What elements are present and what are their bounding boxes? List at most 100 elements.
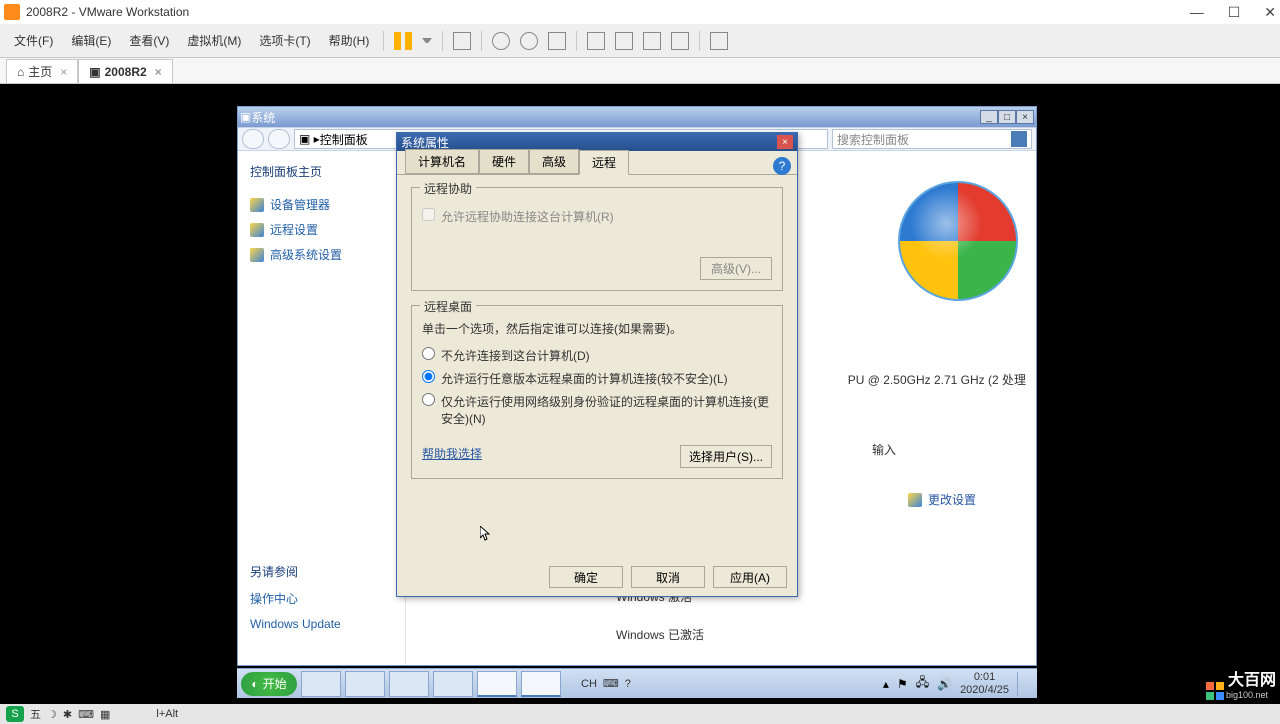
rd-option-nla[interactable]: 仅允许运行使用网络级别身份验证的远程桌面的计算机连接(更安全)(N) (422, 393, 772, 427)
search-box[interactable]: 搜索控制面板 (832, 129, 1032, 149)
close-tab-icon[interactable]: × (60, 65, 67, 79)
action-center-link[interactable]: 操作中心 (250, 590, 393, 607)
rd-option-any[interactable]: 允许运行任意版本远程桌面的计算机连接(较不安全)(L) (422, 370, 772, 387)
windows-update-link[interactable]: Windows Update (250, 617, 393, 631)
wubi-label[interactable]: 五 (30, 706, 41, 722)
ra-advanced-button[interactable]: 高级(V)... (700, 257, 772, 280)
fullscreen-icon[interactable] (671, 32, 689, 50)
send-keys-icon[interactable] (453, 32, 471, 50)
back-button[interactable] (242, 129, 264, 149)
radio-input[interactable] (422, 347, 435, 360)
search-icon[interactable] (1011, 131, 1027, 147)
taskbar-item-server-mgr[interactable] (301, 671, 341, 697)
home-icon: ⌂ (17, 65, 24, 79)
view-icon-3[interactable] (643, 32, 661, 50)
vmware-title-text: 2008R2 - VMware Workstation (26, 5, 189, 19)
radio-label: 仅允许运行使用网络级别身份验证的远程桌面的计算机连接(更安全)(N) (441, 393, 772, 427)
show-desktop[interactable] (1017, 672, 1025, 696)
allow-remote-assist-checkbox[interactable]: 允许远程协助连接这台计算机(R) (422, 208, 772, 225)
snapshot-mgr-icon[interactable] (520, 32, 538, 50)
tray-flag-icon[interactable]: ⚑ (897, 677, 908, 691)
revert-icon[interactable] (548, 32, 566, 50)
tray-network-icon[interactable]: 🖧 (916, 673, 929, 694)
taskbar-item-explorer[interactable] (389, 671, 429, 697)
menu-vm[interactable]: 虚拟机(M) (179, 28, 249, 53)
dialog-title: 系统属性 (401, 134, 449, 151)
tab-home[interactable]: ⌂ 主页 × (6, 59, 78, 83)
cancel-button[interactable]: 取消 (631, 566, 705, 588)
ok-button[interactable]: 确定 (549, 566, 623, 588)
vm-icon: ▣ (89, 65, 100, 79)
ime-indicator[interactable]: CH ⌨ ? (581, 677, 631, 690)
tab-advanced[interactable]: 高级 (529, 149, 579, 174)
taskbar-item-chrome[interactable] (433, 671, 473, 697)
tab-computer-name[interactable]: 计算机名 (405, 149, 479, 174)
remote-desktop-group: 远程桌面 单击一个选项，然后指定谁可以连接(如果需要)。 不允许连接到这台计算机… (411, 305, 783, 479)
maximize-button[interactable]: ☐ (1228, 4, 1241, 21)
tab-remote[interactable]: 远程 (579, 150, 629, 175)
tab-hardware[interactable]: 硬件 (479, 149, 529, 174)
help-icon[interactable]: ? (773, 157, 791, 175)
menu-edit[interactable]: 编辑(E) (63, 28, 119, 53)
menu-tabs[interactable]: 选项卡(T) (251, 28, 318, 53)
tray-chevron-icon[interactable]: ▴ (883, 677, 889, 691)
menu-file[interactable]: 文件(F) (6, 28, 61, 53)
windows-orb-icon (898, 181, 1018, 301)
view-icon-2[interactable] (615, 32, 633, 50)
tab-vm[interactable]: ▣ 2008R2 × (78, 59, 172, 83)
moon-icon[interactable]: ☽ (47, 708, 57, 721)
rd-option-deny[interactable]: 不允许连接到这台计算机(D) (422, 347, 772, 364)
select-users-button[interactable]: 选择用户(S)... (680, 445, 772, 468)
taskbar-item-system[interactable] (521, 671, 561, 697)
vm-viewport: ▣ 系统 _ □ × ▣ ▸ 控制面板 搜索控制面板 控制面板主页 设备管理器 (0, 84, 1280, 704)
close-tab-icon[interactable]: × (155, 65, 162, 79)
view-icon-1[interactable] (587, 32, 605, 50)
menu-view[interactable]: 查看(V) (121, 28, 177, 53)
pause-icon[interactable] (394, 32, 412, 50)
dialog-body: 远程协助 允许远程协助连接这台计算机(R) 高级(V)... 远程桌面 单击一个… (397, 175, 797, 505)
change-settings-link[interactable]: 更改设置 (908, 491, 976, 508)
ime-lang: CH (581, 678, 597, 690)
close-icon[interactable]: × (1016, 110, 1034, 124)
settings-sm-icon[interactable]: ✱ (63, 708, 72, 721)
taskbar-item-control-panel[interactable] (477, 671, 517, 697)
clock[interactable]: 0:01 2020/4/25 (960, 671, 1009, 695)
clock-time: 0:01 (960, 671, 1009, 683)
ra-legend: 远程协助 (420, 180, 476, 197)
start-button[interactable]: ◐ 开始 (241, 672, 297, 696)
tab-home-label: 主页 (28, 63, 52, 80)
maximize-icon[interactable]: □ (998, 110, 1016, 124)
shield-icon (908, 493, 922, 507)
dialog-close-icon[interactable]: × (777, 135, 793, 149)
remote-settings-link[interactable]: 远程设置 (250, 221, 393, 238)
tray-volume-icon[interactable]: 🔊 (937, 677, 952, 691)
rd-legend: 远程桌面 (420, 298, 476, 315)
radio-input[interactable] (422, 393, 435, 406)
sogou-icon[interactable]: S (6, 706, 24, 722)
unity-icon[interactable] (710, 32, 728, 50)
grid-sm-icon[interactable]: ▦ (100, 708, 110, 721)
advanced-settings-link[interactable]: 高级系统设置 (250, 246, 393, 263)
snapshot-icon[interactable] (492, 32, 510, 50)
dropdown-icon[interactable] (422, 38, 432, 43)
minimize-icon[interactable]: _ (980, 110, 998, 124)
input-label: 输入 (872, 441, 896, 458)
rd-help-link[interactable]: 帮助我选择 (422, 447, 482, 461)
left-pane: 控制面板主页 设备管理器 远程设置 高级系统设置 另请参阅 操作中心 Windo… (238, 151, 406, 665)
device-manager-link[interactable]: 设备管理器 (250, 196, 393, 213)
taskbar-item-powershell[interactable] (345, 671, 385, 697)
control-panel-home[interactable]: 控制面板主页 (250, 163, 393, 180)
checkbox-label: 允许远程协助连接这台计算机(R) (441, 208, 614, 225)
radio-input[interactable] (422, 370, 435, 383)
apply-button[interactable]: 应用(A) (713, 566, 787, 588)
forward-button[interactable] (268, 129, 290, 149)
menu-help[interactable]: 帮助(H) (321, 28, 378, 53)
vmware-tabs: ⌂ 主页 × ▣ 2008R2 × (0, 58, 1280, 84)
minimize-button[interactable]: — (1190, 4, 1204, 21)
see-also-heading: 另请参阅 (250, 563, 393, 580)
close-button[interactable]: ✕ (1264, 4, 1276, 21)
system-tray: ▴ ⚑ 🖧 🔊 0:01 2020/4/25 (875, 671, 1033, 695)
keyboard-sm-icon[interactable]: ⌨ (78, 708, 94, 721)
system-icon: ▣ (240, 110, 251, 124)
system-window-titlebar[interactable]: ▣ 系统 _ □ × (238, 107, 1036, 127)
